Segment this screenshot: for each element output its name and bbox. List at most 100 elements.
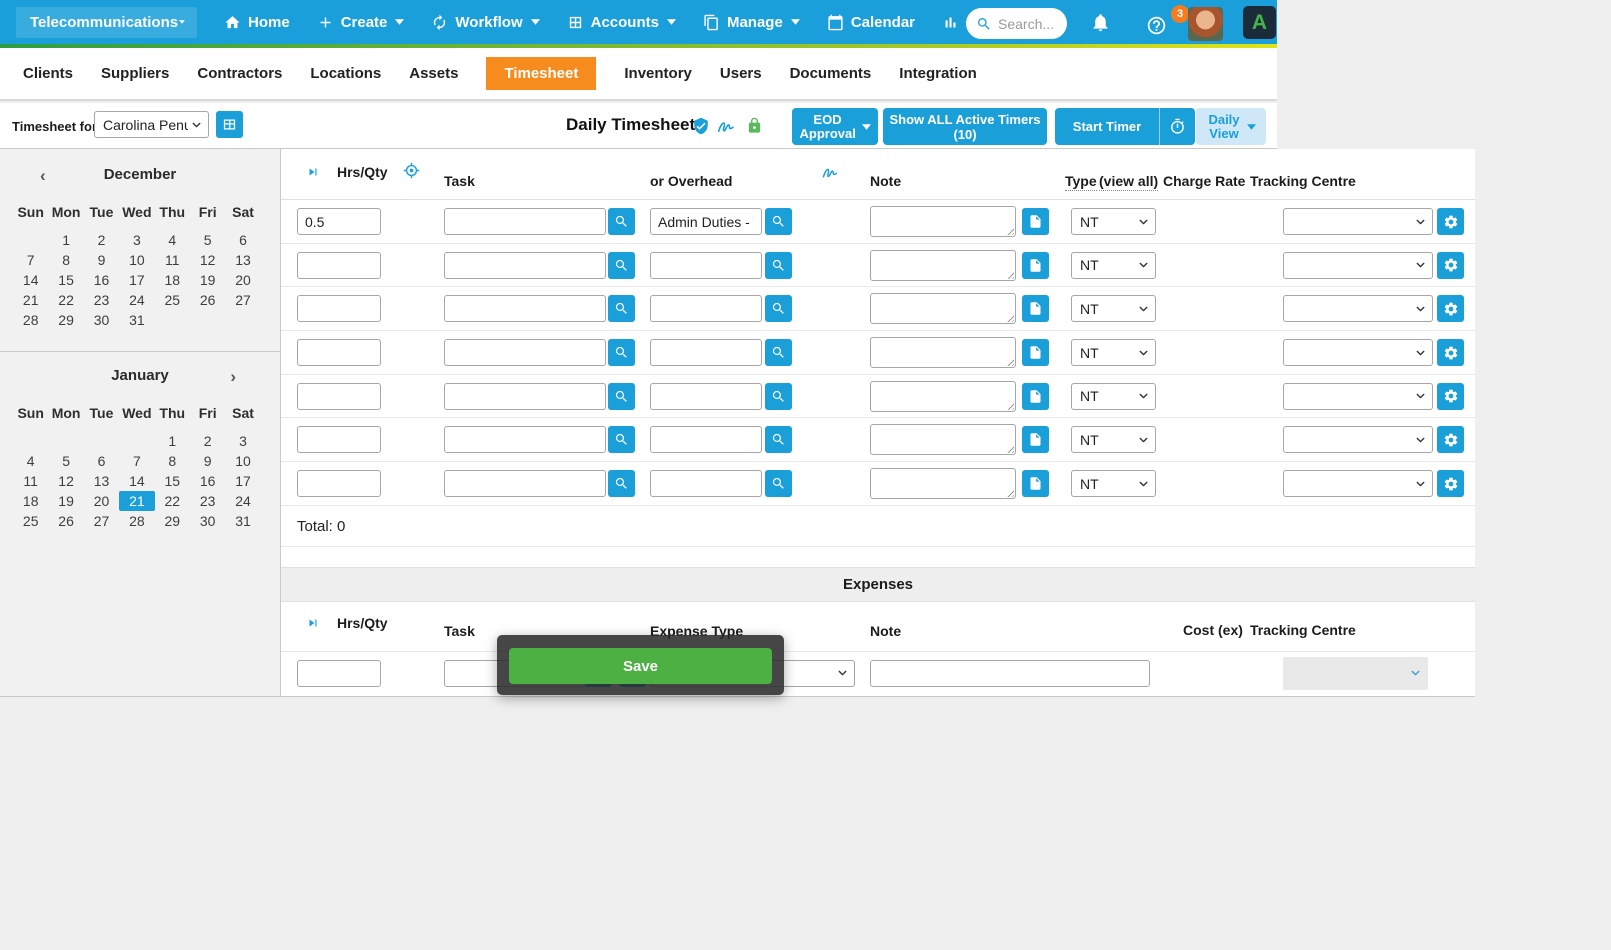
calendar-day[interactable]: 12 — [190, 250, 225, 270]
calendar-day[interactable]: 5 — [48, 451, 83, 471]
calendar-day-selected[interactable]: 21 — [119, 491, 155, 511]
task-input[interactable] — [444, 426, 606, 454]
calendar-day[interactable]: 10 — [225, 451, 260, 471]
calendar-day[interactable]: 7 — [13, 250, 48, 270]
tab-integration[interactable]: Integration — [899, 65, 977, 82]
note-template-button[interactable] — [1022, 339, 1049, 367]
expense-note-input[interactable] — [870, 659, 1150, 687]
start-timer-button[interactable]: Start Timer — [1055, 108, 1159, 145]
nav-item-accounts[interactable]: Accounts — [567, 14, 676, 31]
note-template-button[interactable] — [1022, 251, 1049, 279]
note-textarea[interactable] — [870, 337, 1016, 369]
task-input[interactable] — [444, 251, 606, 279]
row-settings-button[interactable] — [1437, 470, 1464, 498]
calendar-day[interactable]: 18 — [13, 491, 48, 511]
note-textarea[interactable] — [870, 293, 1016, 325]
overhead-input[interactable] — [650, 426, 762, 454]
expense-tracking-centre-select[interactable] — [1283, 656, 1428, 690]
calendar-day[interactable]: 20 — [225, 270, 260, 290]
task-search-button[interactable] — [608, 382, 635, 410]
overhead-search-button[interactable] — [765, 426, 792, 454]
signature-icon[interactable] — [821, 163, 841, 183]
overhead-input[interactable] — [650, 251, 762, 279]
calendar-day[interactable]: 29 — [155, 511, 190, 531]
overhead-search-button[interactable] — [765, 251, 792, 279]
note-textarea[interactable] — [870, 380, 1016, 412]
step-forward-icon[interactable] — [306, 165, 320, 179]
task-search-button[interactable] — [608, 339, 635, 367]
overhead-search-button[interactable] — [765, 382, 792, 410]
calendar-day[interactable]: 1 — [155, 431, 190, 451]
nav-item-calendar[interactable]: Calendar — [827, 14, 915, 31]
target-icon[interactable] — [403, 162, 420, 179]
hours-qty-input[interactable] — [297, 295, 381, 323]
tab-documents[interactable]: Documents — [790, 65, 872, 82]
row-settings-button[interactable] — [1437, 251, 1464, 279]
calendar-day[interactable]: 25 — [155, 290, 190, 310]
tab-suppliers[interactable]: Suppliers — [101, 65, 169, 82]
type-select[interactable]: NT — [1071, 208, 1156, 235]
app-logo[interactable]: A — [1243, 6, 1276, 39]
type-select[interactable]: NT — [1071, 339, 1156, 367]
calendar-day[interactable]: 8 — [155, 451, 190, 471]
calendar-day[interactable]: 22 — [48, 290, 83, 310]
type-select[interactable]: NT — [1071, 295, 1156, 323]
calendar-day[interactable]: 10 — [119, 250, 154, 270]
tracking-centre-select[interactable] — [1283, 470, 1433, 498]
note-textarea[interactable] — [870, 249, 1016, 281]
calendar-day[interactable]: 14 — [13, 270, 48, 290]
row-settings-button[interactable] — [1437, 426, 1464, 454]
tracking-centre-select[interactable] — [1283, 339, 1433, 367]
task-input[interactable] — [444, 339, 606, 367]
calendar-day[interactable]: 18 — [155, 270, 190, 290]
calendar-day[interactable]: 6 — [84, 451, 119, 471]
calendar-day[interactable]: 20 — [84, 491, 119, 511]
overhead-input[interactable] — [650, 339, 762, 367]
calendar-day[interactable]: 31 — [225, 511, 260, 531]
user-avatar[interactable] — [1188, 7, 1223, 41]
calendar-day[interactable]: 9 — [190, 451, 225, 471]
tab-locations[interactable]: Locations — [310, 65, 381, 82]
timesheet-user-select[interactable]: Carolina Penuela — [94, 111, 209, 138]
task-input[interactable] — [444, 295, 606, 323]
calendar-day[interactable]: 25 — [13, 511, 48, 531]
row-settings-button[interactable] — [1437, 339, 1464, 367]
calendar-day[interactable]: 28 — [13, 310, 48, 330]
calendar-day[interactable]: 31 — [119, 310, 154, 330]
calendar-day[interactable]: 19 — [48, 491, 83, 511]
note-template-button[interactable] — [1022, 382, 1049, 410]
calendar-day[interactable]: 29 — [48, 310, 83, 330]
calendar-day[interactable]: 23 — [190, 491, 225, 511]
hours-qty-input[interactable] — [297, 208, 381, 235]
step-forward-icon[interactable] — [306, 616, 320, 630]
overhead-input[interactable] — [650, 470, 762, 498]
calendar-day[interactable]: 12 — [48, 471, 83, 491]
tracking-centre-select[interactable] — [1283, 208, 1433, 235]
calendar-day[interactable]: 28 — [119, 511, 154, 531]
tab-users[interactable]: Users — [720, 65, 762, 82]
calendar-day[interactable]: 27 — [225, 290, 260, 310]
task-search-button[interactable] — [608, 426, 635, 454]
eod-approval-button[interactable]: EOD Approval — [792, 108, 878, 145]
calendar-day[interactable]: 4 — [13, 451, 48, 471]
row-settings-button[interactable] — [1437, 382, 1464, 410]
calendar-day[interactable]: 15 — [48, 270, 83, 290]
overhead-input[interactable] — [650, 208, 762, 235]
row-settings-button[interactable] — [1437, 208, 1464, 235]
calendar-day[interactable]: 24 — [119, 290, 154, 310]
calendar-day[interactable]: 5 — [190, 230, 225, 250]
type-select[interactable]: NT — [1071, 251, 1156, 279]
calendar-day[interactable]: 4 — [155, 230, 190, 250]
hours-qty-input[interactable] — [297, 426, 381, 454]
timesheet-settings-button[interactable] — [216, 111, 243, 138]
task-input[interactable] — [444, 208, 606, 235]
calendar-day[interactable]: 30 — [84, 310, 119, 330]
view-all-link[interactable]: (view all) — [1099, 173, 1159, 191]
tracking-centre-select[interactable] — [1283, 426, 1433, 454]
calendar-day[interactable]: 9 — [84, 250, 119, 270]
hours-qty-input[interactable] — [297, 251, 381, 279]
calendar-day[interactable]: 13 — [225, 250, 260, 270]
type-select[interactable]: NT — [1071, 426, 1156, 454]
type-select[interactable]: NT — [1071, 382, 1156, 410]
calendar-day[interactable]: 21 — [13, 290, 48, 310]
